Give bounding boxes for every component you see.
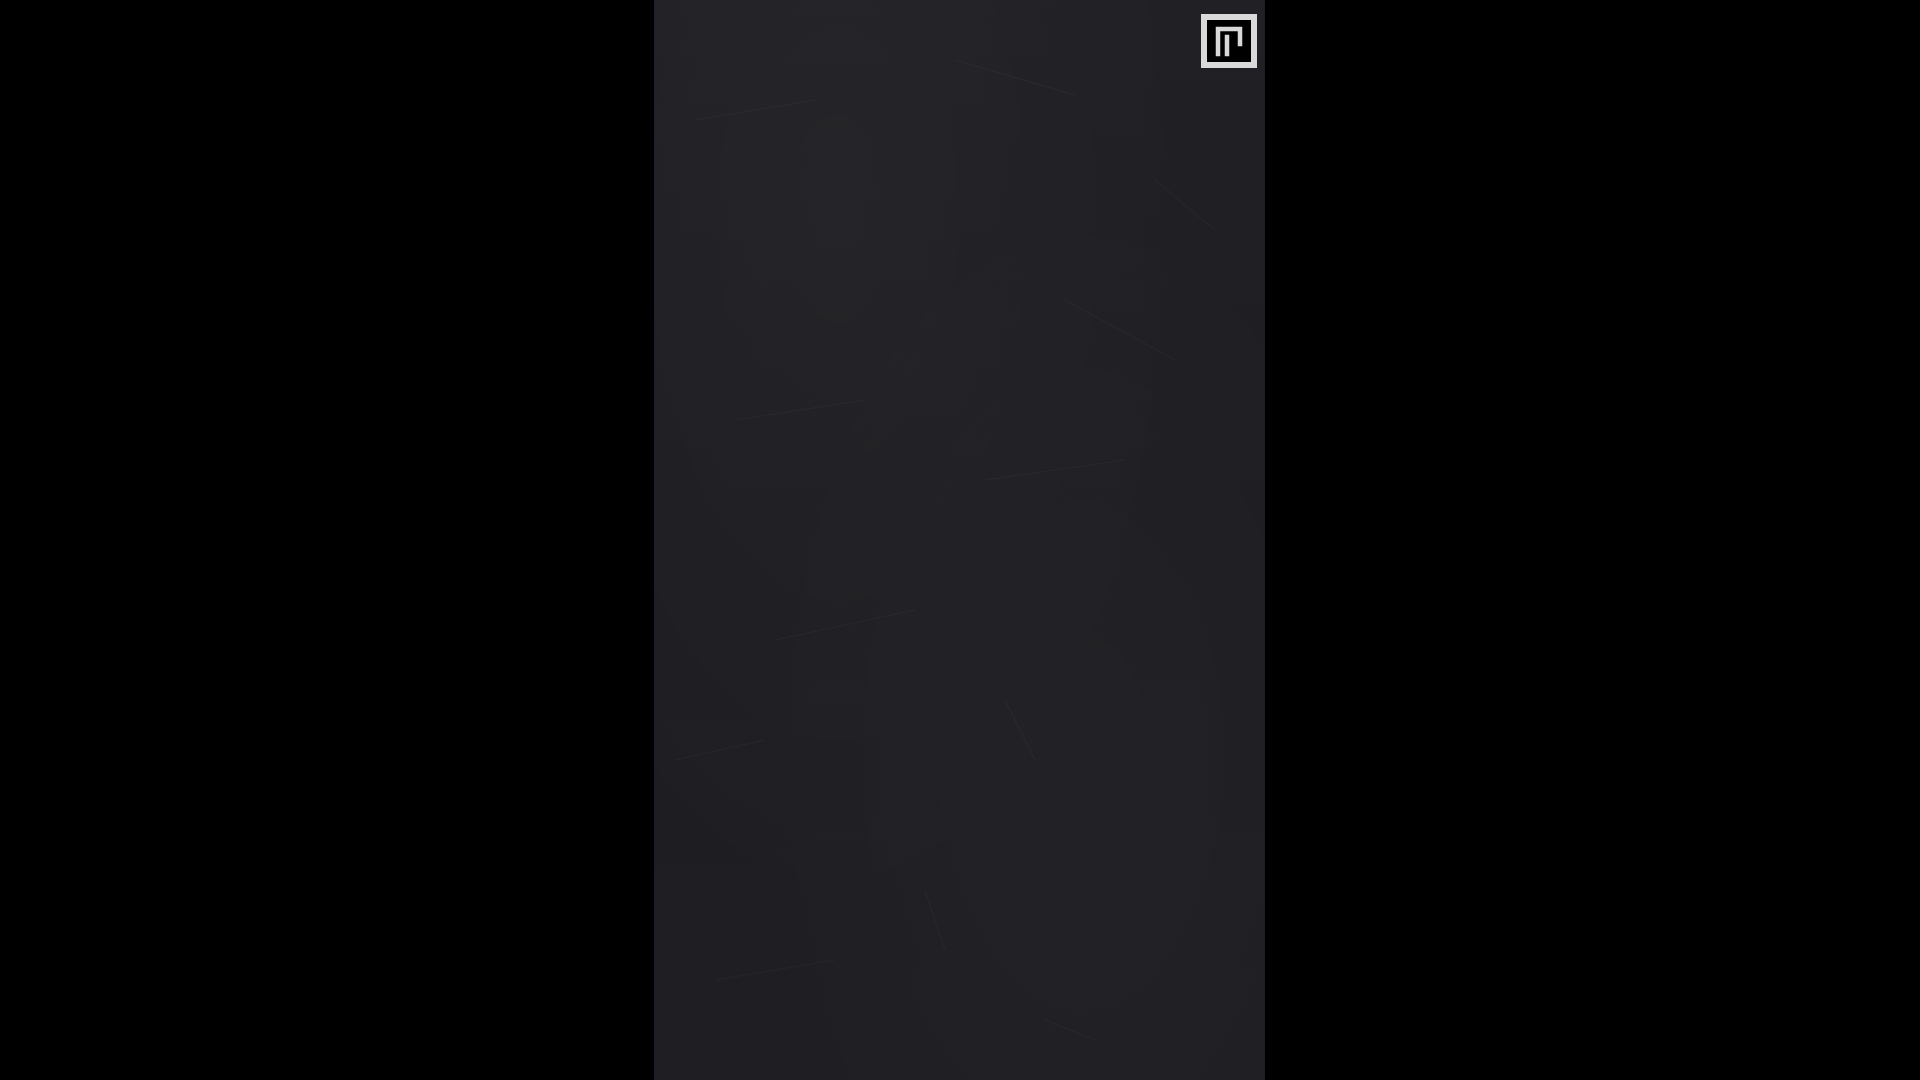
letterbox-background [0,0,1920,1080]
fullscreen-button[interactable] [1201,14,1257,68]
fullscreen-icon [1215,26,1243,57]
fullscreen-button-face [1207,20,1251,62]
game-canvas[interactable] [654,0,1265,1080]
canvas-scratch-texture [655,0,1265,1080]
